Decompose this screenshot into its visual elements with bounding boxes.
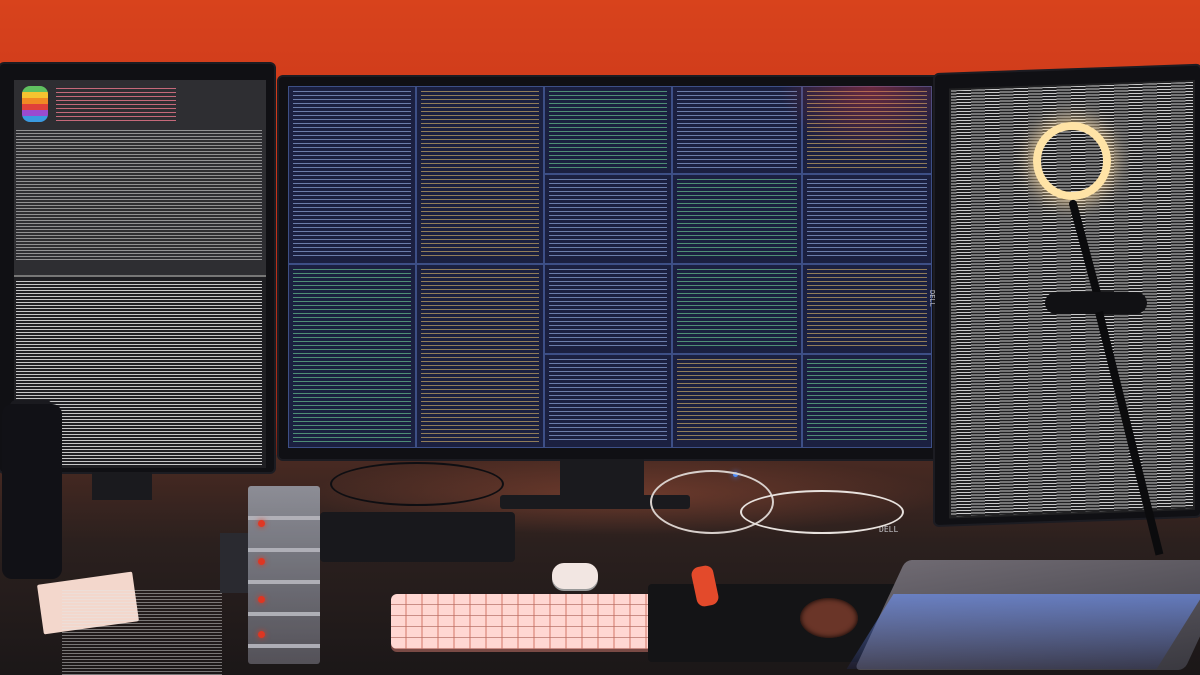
editor-pane-2[interactable] — [416, 86, 544, 264]
status-led — [258, 596, 265, 603]
editor-pane-15[interactable] — [672, 354, 802, 448]
apple-icon — [1062, 596, 1084, 618]
editor-pane-10[interactable] — [416, 264, 544, 448]
status-led — [258, 520, 265, 527]
rainbow-apple-logo — [22, 86, 48, 122]
keyboard-key-rows — [391, 594, 655, 649]
terminal-output-top — [16, 130, 262, 260]
left-monitor-stand — [92, 472, 152, 500]
status-led — [258, 558, 265, 565]
editor-pane-13[interactable] — [802, 264, 932, 354]
center-monitor-screen — [288, 86, 932, 448]
raspberry-pi-cluster — [248, 486, 320, 664]
editor-pane-12[interactable] — [672, 264, 802, 354]
water-bottle — [2, 404, 62, 579]
ring-light — [1033, 122, 1111, 200]
editor-pane-1[interactable] — [288, 86, 416, 264]
editor-pane-14[interactable] — [544, 354, 672, 448]
screen-reflection — [62, 590, 222, 675]
editor-pane-9[interactable] — [288, 264, 416, 448]
dell-logo-right: DELL — [928, 290, 936, 307]
center-monitor: DELL — [279, 77, 942, 534]
webcam — [1045, 292, 1147, 314]
editor-pane-7[interactable] — [672, 174, 802, 264]
laptop-glow — [846, 594, 1200, 669]
screen-glare — [778, 86, 932, 156]
network-switch — [220, 533, 250, 593]
editor-pane-16[interactable] — [802, 354, 932, 448]
cable — [740, 490, 904, 534]
editor-pane-3[interactable] — [544, 86, 672, 174]
dark-keyboard[interactable] — [320, 512, 515, 562]
mouse-puck[interactable] — [800, 598, 858, 638]
editor-pane-6[interactable] — [544, 174, 672, 264]
system-info-text — [56, 88, 176, 124]
editor-pane-11[interactable] — [544, 264, 672, 354]
status-led — [258, 631, 265, 638]
cable — [330, 462, 504, 506]
airpods-case — [552, 563, 598, 589]
editor-pane-8[interactable] — [802, 174, 932, 264]
